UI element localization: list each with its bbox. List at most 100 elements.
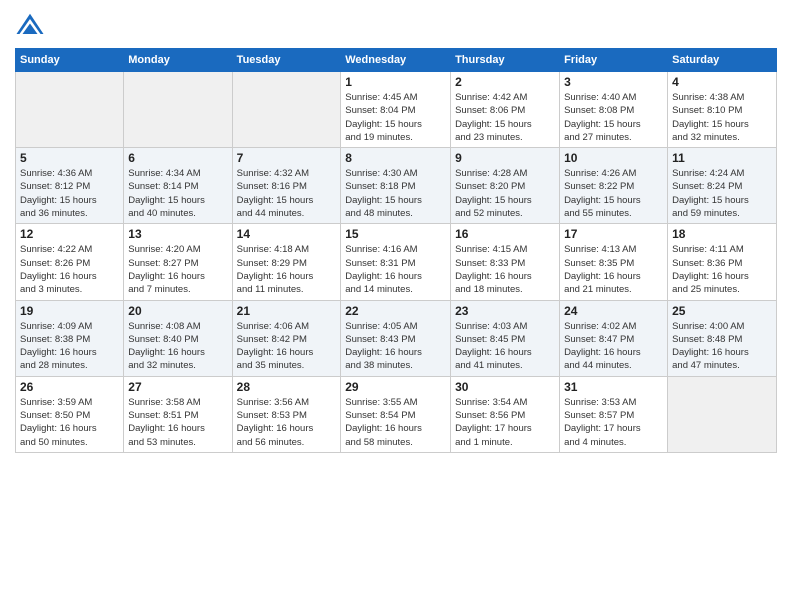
calendar-cell: 12 Sunrise: 4:22 AM Sunset: 8:26 PM Dayli… (16, 224, 124, 300)
weekday-sunday: Sunday (16, 49, 124, 72)
day-info: Sunrise: 4:20 AM Sunset: 8:27 PM Dayligh… (128, 243, 227, 296)
day-info: Sunrise: 4:28 AM Sunset: 8:20 PM Dayligh… (455, 167, 555, 220)
day-info: Sunrise: 4:06 AM Sunset: 8:42 PM Dayligh… (237, 320, 337, 373)
day-info: Sunrise: 4:32 AM Sunset: 8:16 PM Dayligh… (237, 167, 337, 220)
day-number: 5 (20, 151, 119, 165)
weekday-saturday: Saturday (668, 49, 777, 72)
weekday-header-row: SundayMondayTuesdayWednesdayThursdayFrid… (16, 49, 777, 72)
day-number: 15 (345, 227, 446, 241)
day-info: Sunrise: 4:00 AM Sunset: 8:48 PM Dayligh… (672, 320, 772, 373)
day-number: 28 (237, 380, 337, 394)
calendar-cell: 25 Sunrise: 4:00 AM Sunset: 8:48 PM Dayli… (668, 300, 777, 376)
day-info: Sunrise: 4:03 AM Sunset: 8:45 PM Dayligh… (455, 320, 555, 373)
day-info: Sunrise: 4:40 AM Sunset: 8:08 PM Dayligh… (564, 91, 663, 144)
day-number: 2 (455, 75, 555, 89)
weekday-friday: Friday (560, 49, 668, 72)
week-row-4: 19 Sunrise: 4:09 AM Sunset: 8:38 PM Dayli… (16, 300, 777, 376)
day-info: Sunrise: 3:59 AM Sunset: 8:50 PM Dayligh… (20, 396, 119, 449)
day-number: 17 (564, 227, 663, 241)
day-info: Sunrise: 4:02 AM Sunset: 8:47 PM Dayligh… (564, 320, 663, 373)
logo (15, 10, 49, 40)
calendar-cell: 26 Sunrise: 3:59 AM Sunset: 8:50 PM Dayli… (16, 376, 124, 452)
day-number: 29 (345, 380, 446, 394)
day-info: Sunrise: 3:53 AM Sunset: 8:57 PM Dayligh… (564, 396, 663, 449)
day-number: 31 (564, 380, 663, 394)
day-number: 19 (20, 304, 119, 318)
day-number: 22 (345, 304, 446, 318)
day-info: Sunrise: 3:55 AM Sunset: 8:54 PM Dayligh… (345, 396, 446, 449)
calendar-cell: 27 Sunrise: 3:58 AM Sunset: 8:51 PM Dayli… (124, 376, 232, 452)
day-number: 14 (237, 227, 337, 241)
day-number: 24 (564, 304, 663, 318)
calendar-cell (16, 72, 124, 148)
day-number: 3 (564, 75, 663, 89)
calendar-cell: 19 Sunrise: 4:09 AM Sunset: 8:38 PM Dayli… (16, 300, 124, 376)
day-info: Sunrise: 4:24 AM Sunset: 8:24 PM Dayligh… (672, 167, 772, 220)
week-row-5: 26 Sunrise: 3:59 AM Sunset: 8:50 PM Dayli… (16, 376, 777, 452)
header (15, 10, 777, 40)
day-info: Sunrise: 4:38 AM Sunset: 8:10 PM Dayligh… (672, 91, 772, 144)
day-number: 25 (672, 304, 772, 318)
calendar-cell: 30 Sunrise: 3:54 AM Sunset: 8:56 PM Dayli… (451, 376, 560, 452)
calendar-cell: 4 Sunrise: 4:38 AM Sunset: 8:10 PM Daylig… (668, 72, 777, 148)
day-number: 12 (20, 227, 119, 241)
day-info: Sunrise: 4:22 AM Sunset: 8:26 PM Dayligh… (20, 243, 119, 296)
day-number: 27 (128, 380, 227, 394)
week-row-1: 1Sunrise: 4:45 AM Sunset: 8:04 PM Daylig… (16, 72, 777, 148)
day-info: Sunrise: 4:34 AM Sunset: 8:14 PM Dayligh… (128, 167, 227, 220)
day-info: Sunrise: 4:18 AM Sunset: 8:29 PM Dayligh… (237, 243, 337, 296)
day-number: 10 (564, 151, 663, 165)
calendar-cell: 20 Sunrise: 4:08 AM Sunset: 8:40 PM Dayli… (124, 300, 232, 376)
day-info: Sunrise: 4:45 AM Sunset: 8:04 PM Dayligh… (345, 91, 446, 144)
calendar-cell: 8 Sunrise: 4:30 AM Sunset: 8:18 PM Daylig… (341, 148, 451, 224)
day-number: 23 (455, 304, 555, 318)
calendar-cell: 13 Sunrise: 4:20 AM Sunset: 8:27 PM Dayli… (124, 224, 232, 300)
calendar-cell: 15 Sunrise: 4:16 AM Sunset: 8:31 PM Dayli… (341, 224, 451, 300)
calendar-cell: 23 Sunrise: 4:03 AM Sunset: 8:45 PM Dayli… (451, 300, 560, 376)
day-number: 21 (237, 304, 337, 318)
calendar-cell: 21 Sunrise: 4:06 AM Sunset: 8:42 PM Dayli… (232, 300, 341, 376)
day-info: Sunrise: 4:16 AM Sunset: 8:31 PM Dayligh… (345, 243, 446, 296)
day-number: 7 (237, 151, 337, 165)
day-number: 20 (128, 304, 227, 318)
calendar-cell: 18Sunrise: 4:11 AM Sunset: 8:36 PM Dayli… (668, 224, 777, 300)
day-info: Sunrise: 4:30 AM Sunset: 8:18 PM Dayligh… (345, 167, 446, 220)
day-info: Sunrise: 3:54 AM Sunset: 8:56 PM Dayligh… (455, 396, 555, 449)
logo-icon (15, 10, 45, 40)
day-info: Sunrise: 4:26 AM Sunset: 8:22 PM Dayligh… (564, 167, 663, 220)
calendar-cell: 2 Sunrise: 4:42 AM Sunset: 8:06 PM Daylig… (451, 72, 560, 148)
calendar-cell: 24 Sunrise: 4:02 AM Sunset: 8:47 PM Dayli… (560, 300, 668, 376)
calendar-cell (668, 376, 777, 452)
day-info: Sunrise: 4:42 AM Sunset: 8:06 PM Dayligh… (455, 91, 555, 144)
day-number: 4 (672, 75, 772, 89)
calendar-cell: 16Sunrise: 4:15 AM Sunset: 8:33 PM Dayli… (451, 224, 560, 300)
day-info: Sunrise: 4:09 AM Sunset: 8:38 PM Dayligh… (20, 320, 119, 373)
day-info: Sunrise: 4:08 AM Sunset: 8:40 PM Dayligh… (128, 320, 227, 373)
day-number: 18 (672, 227, 772, 241)
day-number: 11 (672, 151, 772, 165)
day-number: 9 (455, 151, 555, 165)
day-number: 13 (128, 227, 227, 241)
day-number: 16 (455, 227, 555, 241)
page: SundayMondayTuesdayWednesdayThursdayFrid… (0, 0, 792, 612)
week-row-3: 12 Sunrise: 4:22 AM Sunset: 8:26 PM Dayli… (16, 224, 777, 300)
day-number: 26 (20, 380, 119, 394)
calendar-cell: 31 Sunrise: 3:53 AM Sunset: 8:57 PM Dayli… (560, 376, 668, 452)
calendar-cell: 6 Sunrise: 4:34 AM Sunset: 8:14 PM Daylig… (124, 148, 232, 224)
day-info: Sunrise: 4:13 AM Sunset: 8:35 PM Dayligh… (564, 243, 663, 296)
calendar-table: SundayMondayTuesdayWednesdayThursdayFrid… (15, 48, 777, 453)
calendar-cell: 14 Sunrise: 4:18 AM Sunset: 8:29 PM Dayli… (232, 224, 341, 300)
calendar-cell (124, 72, 232, 148)
day-number: 30 (455, 380, 555, 394)
weekday-thursday: Thursday (451, 49, 560, 72)
calendar-cell: 28Sunrise: 3:56 AM Sunset: 8:53 PM Dayli… (232, 376, 341, 452)
week-row-2: 5 Sunrise: 4:36 AM Sunset: 8:12 PM Daylig… (16, 148, 777, 224)
calendar-cell: 17 Sunrise: 4:13 AM Sunset: 8:35 PM Dayli… (560, 224, 668, 300)
day-info: Sunrise: 4:36 AM Sunset: 8:12 PM Dayligh… (20, 167, 119, 220)
day-number: 6 (128, 151, 227, 165)
day-info: Sunrise: 3:58 AM Sunset: 8:51 PM Dayligh… (128, 396, 227, 449)
day-number: 8 (345, 151, 446, 165)
calendar-cell: 29 Sunrise: 3:55 AM Sunset: 8:54 PM Dayli… (341, 376, 451, 452)
calendar-cell: 3 Sunrise: 4:40 AM Sunset: 8:08 PM Daylig… (560, 72, 668, 148)
calendar-cell: 22Sunrise: 4:05 AM Sunset: 8:43 PM Dayli… (341, 300, 451, 376)
